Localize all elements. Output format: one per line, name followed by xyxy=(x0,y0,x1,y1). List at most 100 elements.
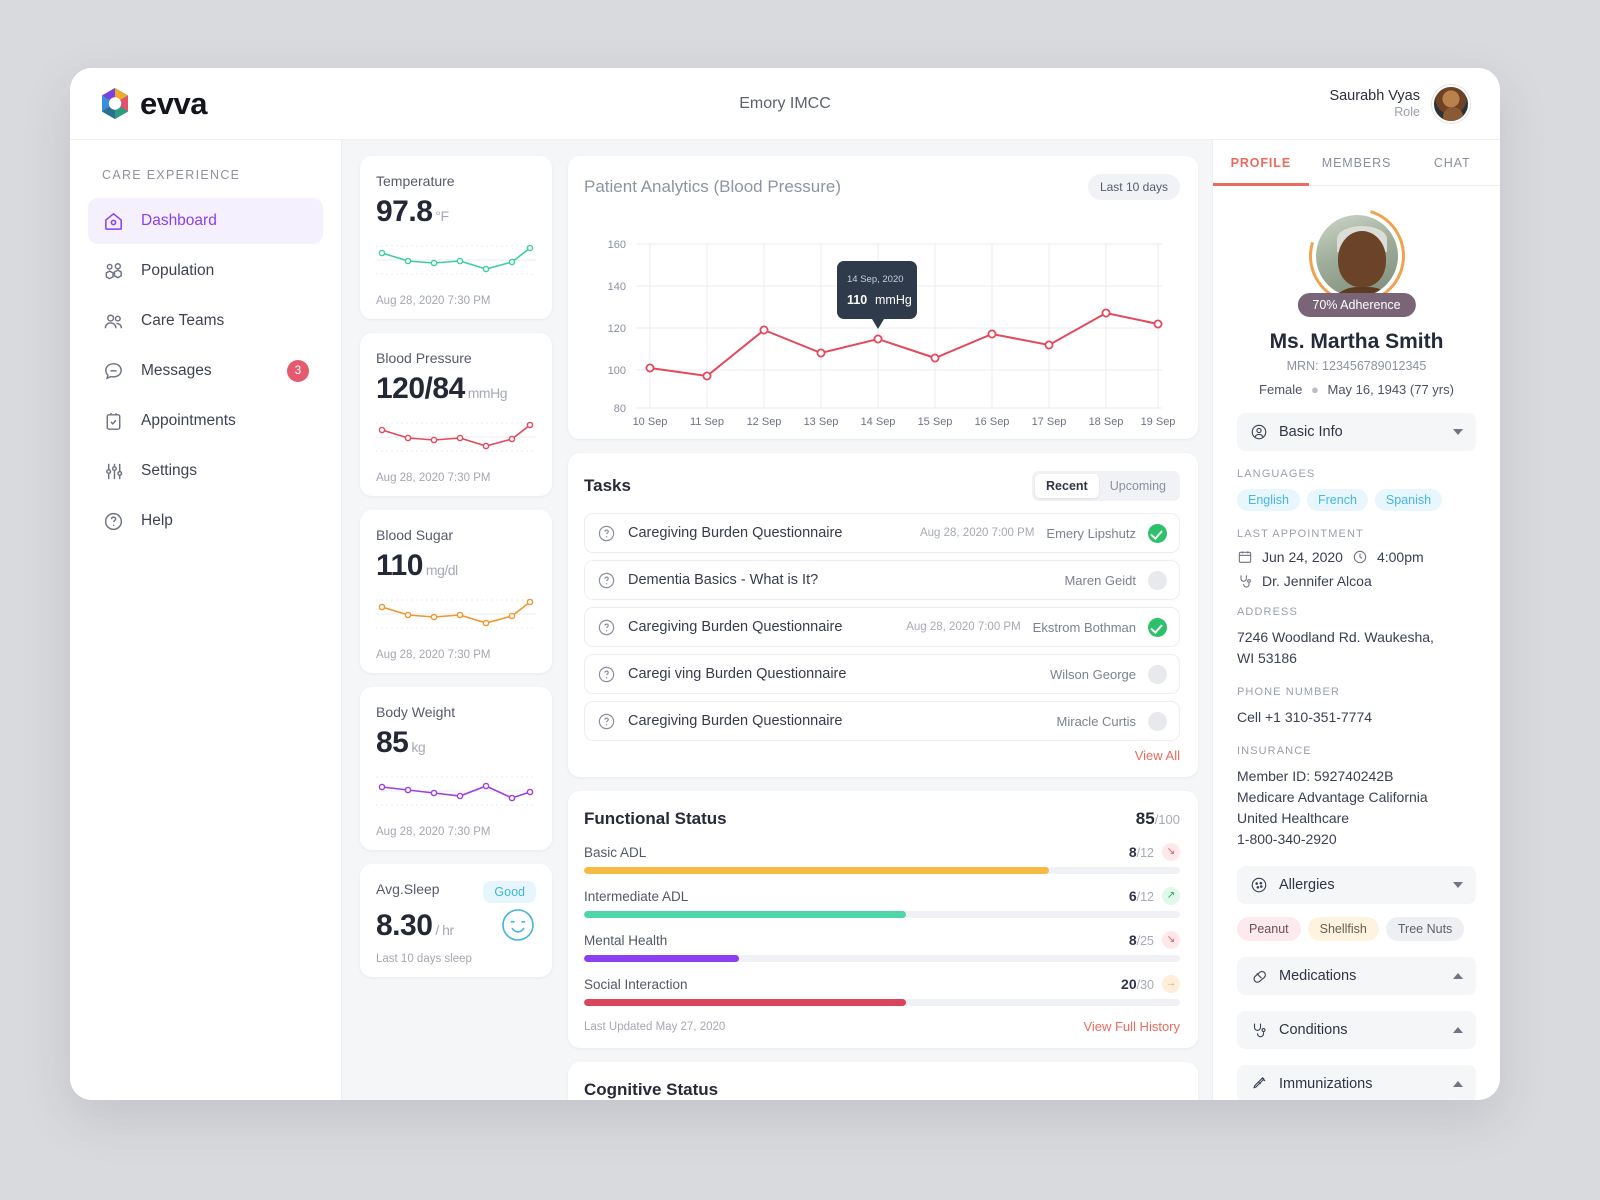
insurance-phone: 1-800-340-2920 xyxy=(1237,831,1337,847)
vitals-column: Temperature 97.8°F Aug 28, 2020 7:30 PM xyxy=(360,156,552,1100)
sidebar-item-dashboard[interactable]: Dashboard xyxy=(88,198,323,244)
table-row[interactable]: Dementia Basics - What is It? Maren Geid… xyxy=(584,560,1180,600)
app-window: evva Emory IMCC Saurabh Vyas Role CARE E… xyxy=(70,68,1500,1100)
chart-range-selector[interactable]: Last 10 days xyxy=(1087,174,1180,200)
section-label: Medications xyxy=(1279,968,1357,984)
svg-text:18 Sep: 18 Sep xyxy=(1089,416,1124,427)
functional-label: Basic ADL xyxy=(584,844,647,860)
svg-text:120: 120 xyxy=(608,323,626,335)
sleep-status-badge: Good xyxy=(483,881,536,903)
clock-icon xyxy=(1353,550,1367,564)
vital-card-body-weight[interactable]: Body Weight 85 kg Aug 28, 2020 7:30 PM xyxy=(360,687,552,850)
task-status-icon xyxy=(1148,570,1167,590)
last-appointment-label: LAST APPOINTMENT xyxy=(1237,528,1364,540)
section-allergies[interactable]: Allergies xyxy=(1237,866,1476,904)
insurance-member-id: Member ID: 592740242B xyxy=(1237,768,1394,784)
trend-down-icon: ↘ xyxy=(1162,931,1180,949)
table-row[interactable]: Caregiving Burden Questionnaire Aug 28, … xyxy=(584,513,1180,553)
functional-max: /25 xyxy=(1136,934,1154,948)
tab-recent[interactable]: Recent xyxy=(1035,474,1099,498)
logo[interactable]: evva xyxy=(100,86,207,122)
cognitive-status-card: Cognitive Status xyxy=(568,1062,1198,1100)
task-status-icon xyxy=(1148,523,1167,543)
clipboard-icon xyxy=(106,412,121,430)
functional-max: /12 xyxy=(1136,890,1154,904)
functional-row-basic-adl: Basic ADL 8/12 ↘ xyxy=(584,843,1180,874)
table-row[interactable]: Caregiving Burden Questionnaire Aug 28, … xyxy=(584,607,1180,647)
main-content: Temperature 97.8°F Aug 28, 2020 7:30 PM xyxy=(342,140,1212,1100)
section-basic-info[interactable]: Basic Info xyxy=(1237,413,1476,451)
sidebar-item-messages[interactable]: Messages 3 xyxy=(88,348,323,394)
vital-card-blood-sugar[interactable]: Blood Sugar 110 mg/dl Aug 28, 2020 7:30 P… xyxy=(360,510,552,673)
evva-logo-icon xyxy=(102,88,128,119)
chart-title: Patient Analytics xyxy=(584,177,709,196)
task-owner: Miracle Curtis xyxy=(1056,713,1136,729)
last-updated-text: Last Updated May 27, 2020 xyxy=(584,1020,726,1033)
calendar-icon xyxy=(1238,551,1252,563)
task-status-icon xyxy=(1148,617,1167,637)
sidebar-item-label: Help xyxy=(141,512,173,529)
sidebar-item-population[interactable]: Population xyxy=(88,248,323,294)
appointment-doctor-row: Dr. Jennifer Alcoa xyxy=(1237,573,1476,589)
sidebar-item-settings[interactable]: Settings xyxy=(88,448,323,494)
patient-panel: PROFILE MEMBERS CHAT 70% Adherence Ms. M… xyxy=(1212,140,1500,1100)
vital-card-blood-pressure[interactable]: Blood Pressure 120/84 mmHg Aug 28, 2020 7… xyxy=(360,333,552,496)
insurance-plan: Medicare Advantage California xyxy=(1237,789,1428,805)
patient-name: Ms. Martha Smith xyxy=(1269,330,1444,353)
task-status-icon xyxy=(1148,711,1167,731)
vital-value: 110 xyxy=(376,549,423,582)
section-medications[interactable]: Medications xyxy=(1237,957,1476,995)
vital-card-temperature[interactable]: Temperature 97.8 °F Aug 28, 2020 7:30 PM xyxy=(360,156,552,319)
vital-label: Blood Pressure xyxy=(376,350,472,366)
progress-fill xyxy=(584,955,739,962)
question-icon xyxy=(598,525,615,541)
functional-label: Intermediate ADL xyxy=(584,888,689,904)
sleep-unit: / hr xyxy=(435,921,454,938)
svg-text:12 Sep: 12 Sep xyxy=(747,416,782,427)
task-owner: Emery Lipshutz xyxy=(1046,525,1136,541)
table-row[interactable]: Caregiving Burden Questionnaire Miracle … xyxy=(584,701,1180,741)
functional-value: 8 xyxy=(1128,932,1137,948)
patient-panel-tabs: PROFILE MEMBERS CHAT xyxy=(1213,140,1500,186)
sidebar-item-care-teams[interactable]: Care Teams xyxy=(88,298,323,344)
separator-dot: ● xyxy=(1311,382,1319,397)
progress-track xyxy=(584,955,1180,962)
view-full-history-link[interactable]: View Full History xyxy=(1083,1019,1180,1034)
view-all-link[interactable]: View All xyxy=(584,748,1180,763)
vital-card-sleep[interactable]: Avg.Sleep Good 8.30/ hr Last 10 days sle… xyxy=(360,864,552,977)
sidebar-item-label: Dashboard xyxy=(141,212,217,229)
question-icon xyxy=(598,572,615,588)
section-label: Allergies xyxy=(1279,877,1335,893)
section-conditions[interactable]: Conditions xyxy=(1237,1011,1476,1049)
question-icon xyxy=(598,666,615,682)
message-icon xyxy=(105,362,122,379)
stethoscope-icon xyxy=(1253,1023,1266,1038)
blood-pressure-line-chart: 160 140 120 100 80 14 Sep, 2020 110 mmHg… xyxy=(608,239,1176,428)
tab-chat[interactable]: CHAT xyxy=(1404,140,1500,186)
progress-fill xyxy=(584,867,1049,874)
tab-members[interactable]: MEMBERS xyxy=(1309,140,1405,186)
table-row[interactable]: Caregi ving Burden Questionnaire Wilson … xyxy=(584,654,1180,694)
svg-text:11 Sep: 11 Sep xyxy=(690,416,724,427)
functional-value: 6 xyxy=(1128,888,1137,904)
appointment-doctor: Dr. Jennifer Alcoa xyxy=(1262,573,1372,589)
section-label: Conditions xyxy=(1279,1022,1348,1038)
sidebar-item-label: Care Teams xyxy=(141,312,225,329)
sidebar-item-appointments[interactable]: Appointments xyxy=(88,398,323,444)
adherence-badge: 70% Adherence xyxy=(1297,293,1416,317)
vital-label: Temperature xyxy=(376,173,455,189)
section-immunizations[interactable]: Immunizations xyxy=(1237,1065,1476,1100)
functional-value: 8 xyxy=(1128,844,1137,860)
tab-profile[interactable]: PROFILE xyxy=(1213,140,1309,186)
patient-dob: May 16, 1943 (77 yrs) xyxy=(1327,382,1454,397)
avatar[interactable] xyxy=(1432,84,1470,123)
sidebar-item-help[interactable]: Help xyxy=(88,498,323,544)
task-owner: Maren Geidt xyxy=(1064,572,1136,588)
user-menu[interactable]: Saurabh Vyas Role xyxy=(1329,84,1470,123)
tab-upcoming[interactable]: Upcoming xyxy=(1099,474,1177,498)
tasks-tab-group: Recent Upcoming xyxy=(1032,471,1180,501)
task-name: Caregi ving Burden Questionnaire xyxy=(628,666,847,682)
app-header: evva Emory IMCC Saurabh Vyas Role xyxy=(70,68,1500,140)
svg-text:100: 100 xyxy=(608,365,626,377)
appointment-datetime-row: Jun 24, 2020 4:00pm xyxy=(1237,549,1476,565)
